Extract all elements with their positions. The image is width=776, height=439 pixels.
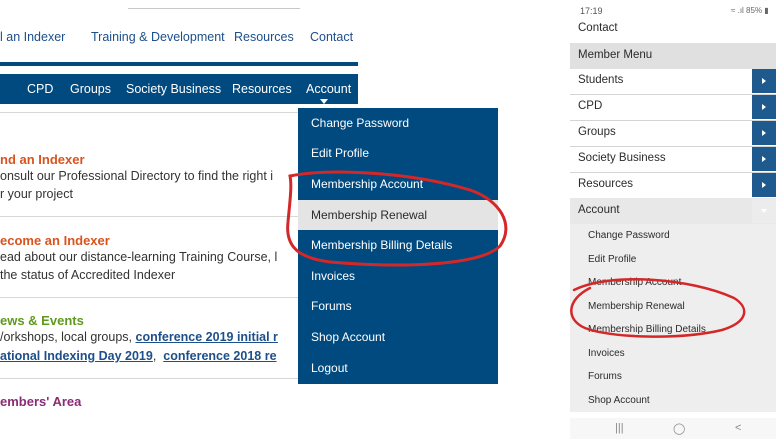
annotation-circle	[286, 170, 508, 267]
annotation-circle	[570, 278, 746, 338]
annotation-layer	[286, 170, 746, 338]
